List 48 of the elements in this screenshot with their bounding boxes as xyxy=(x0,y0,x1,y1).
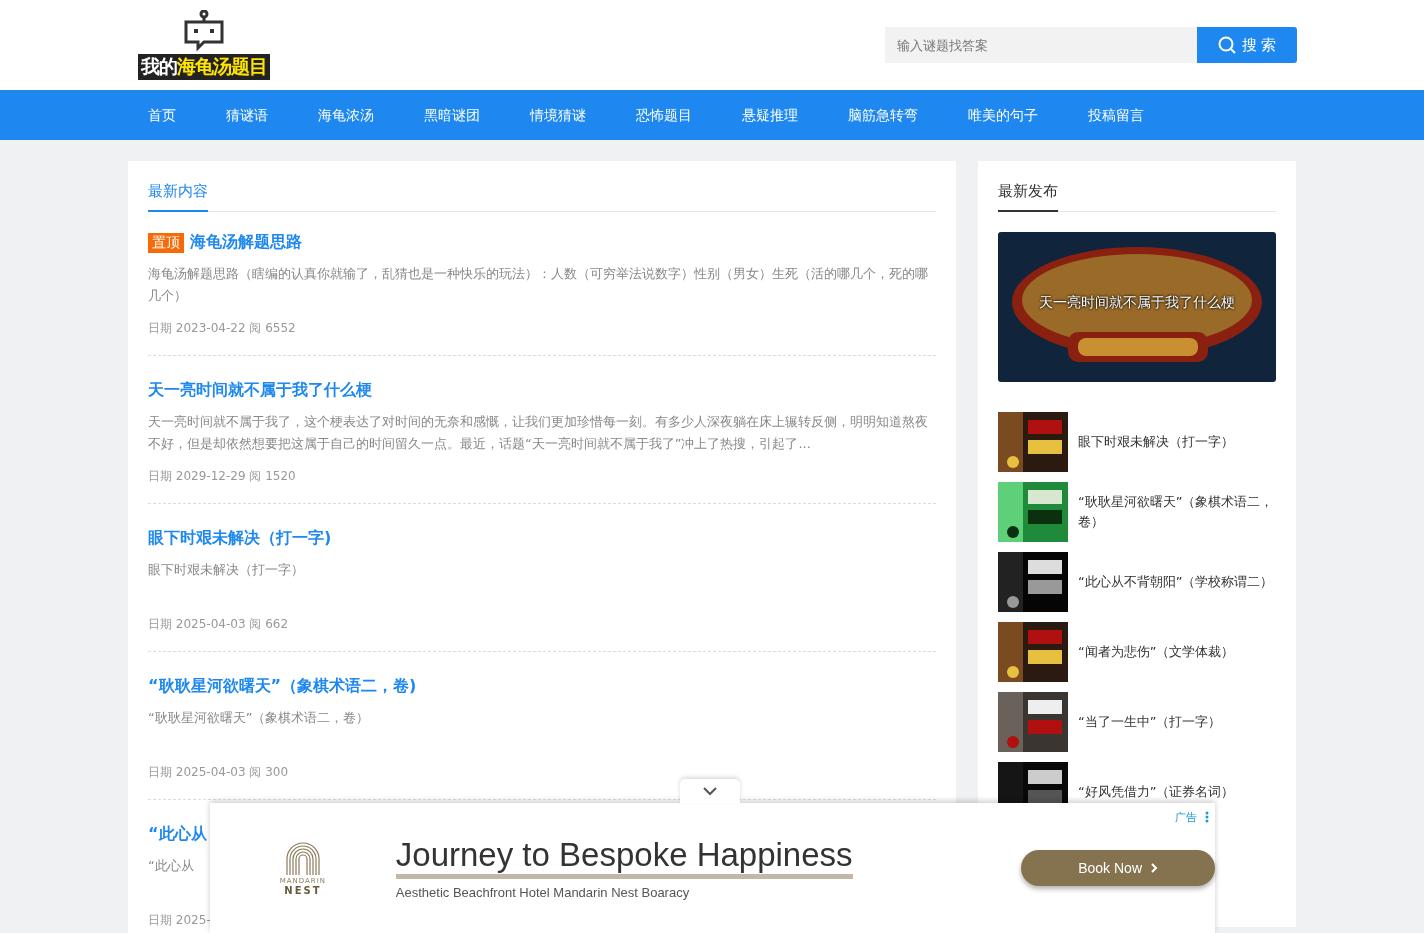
recent-post-link[interactable]: “此心从不背朝阳”（学校称谓二） xyxy=(1078,572,1274,592)
article-summary: 天一亮时间就不属于我了，这个梗表达了对时间的无奈和感慨，让我们更加珍惜每一刻。有多少人深夜躺在床上辗转反侧，明明知道熬夜不好，但是却依然想要把这属于自己的时间留久一点。最近，话题“天一亮时间就不属于我了”冲上了热搜，引起了... xyxy=(148,413,929,453)
recent-post-link[interactable]: “好风凭借力”（证券名词） xyxy=(1078,782,1235,802)
recent-post-link[interactable]: “耿耿星河欲曙天”（象棋术语二，卷） xyxy=(1078,492,1276,532)
article-title[interactable]: “此心从 xyxy=(148,824,207,845)
pinned-badge: 置顶 xyxy=(148,232,184,253)
nav-link[interactable]: 恐怖题目 xyxy=(616,90,712,140)
article-summary: “此心从 xyxy=(148,857,194,875)
article-title[interactable]: 天一亮时间就不属于我了什么梗 xyxy=(148,380,372,401)
site-logo-text[interactable]: 我的海龟汤题目 xyxy=(138,54,270,80)
chevron-right-icon xyxy=(1150,862,1158,874)
ad-subline: Aesthetic Beachfront Hotel Mandarin Nest Boaracy xyxy=(395,885,691,900)
nav-link[interactable]: 投稿留言 xyxy=(1068,90,1164,140)
book-now-button[interactable]: Book Now xyxy=(1021,850,1215,886)
ad-headline: Journey to Bespoke Happiness xyxy=(395,836,853,879)
article-summary: 眼下时艰未解决（打一字） xyxy=(148,561,304,579)
article-meta: 日期 2025-04-03 阅 662 xyxy=(148,617,289,631)
recent-post-link[interactable]: “闻者为悲伤”（文学体裁） xyxy=(1078,642,1235,662)
recent-post-link[interactable]: 眼下时艰未解决（打一字） xyxy=(1078,432,1234,452)
fingerprint-logo-icon xyxy=(284,840,321,877)
article-title[interactable]: 海龟汤解题思路 xyxy=(190,232,302,253)
nav-link[interactable]: 情境猜谜 xyxy=(510,90,606,140)
article-meta: 日期 2023-04-22 阅 6552 xyxy=(148,321,296,335)
section-title: 最新内容 xyxy=(148,179,208,212)
article-meta: 日期 2025-04-03 阅 300 xyxy=(148,765,289,779)
section-title: 最新发布 xyxy=(998,179,1058,212)
nav-link[interactable]: 海龟浓汤 xyxy=(298,90,394,140)
search-icon xyxy=(1217,36,1236,54)
brand-name: NEST xyxy=(284,884,322,896)
nav-link[interactable]: 唯美的句子 xyxy=(948,90,1058,140)
chevron-down-icon xyxy=(702,786,718,796)
nav-link[interactable]: 黑暗谜团 xyxy=(404,90,500,140)
article-summary: 海龟汤解题思路（瞎编的认真你就输了，乱猜也是一种快乐的玩法）：人数（可穷举法说数字）性别（男女）生死（活的哪几个，死的哪几个） xyxy=(148,265,929,305)
collapse-button[interactable] xyxy=(680,779,740,803)
article-meta: 日期 2025- xyxy=(148,913,211,927)
nav-link[interactable]: 悬疑推理 xyxy=(722,90,818,140)
search-button[interactable]: 搜 索 xyxy=(1197,27,1297,63)
nav-link[interactable]: 猜谜语 xyxy=(206,90,288,140)
article-summary: “耿耿星河欲曙天”（象棋术语二，卷） xyxy=(148,709,370,727)
more-icon[interactable] xyxy=(1205,811,1209,823)
article-title[interactable]: 眼下时艰未解决（打一字) xyxy=(148,528,332,549)
search-field[interactable]: 输入谜题找答案 xyxy=(885,27,1197,63)
recent-post-link[interactable]: “当了一生中”（打一字） xyxy=(1078,712,1222,732)
ad-label[interactable]: 广告 xyxy=(1175,810,1197,825)
article-meta: 日期 2029-12-29 阅 1520 xyxy=(148,469,296,483)
nav-link[interactable]: 首页 xyxy=(128,90,196,140)
nav-link[interactable]: 脑筋急转弯 xyxy=(828,90,938,140)
article-title[interactable]: “耿耿星河欲曙天”（象棋术语二，卷) xyxy=(148,676,417,697)
